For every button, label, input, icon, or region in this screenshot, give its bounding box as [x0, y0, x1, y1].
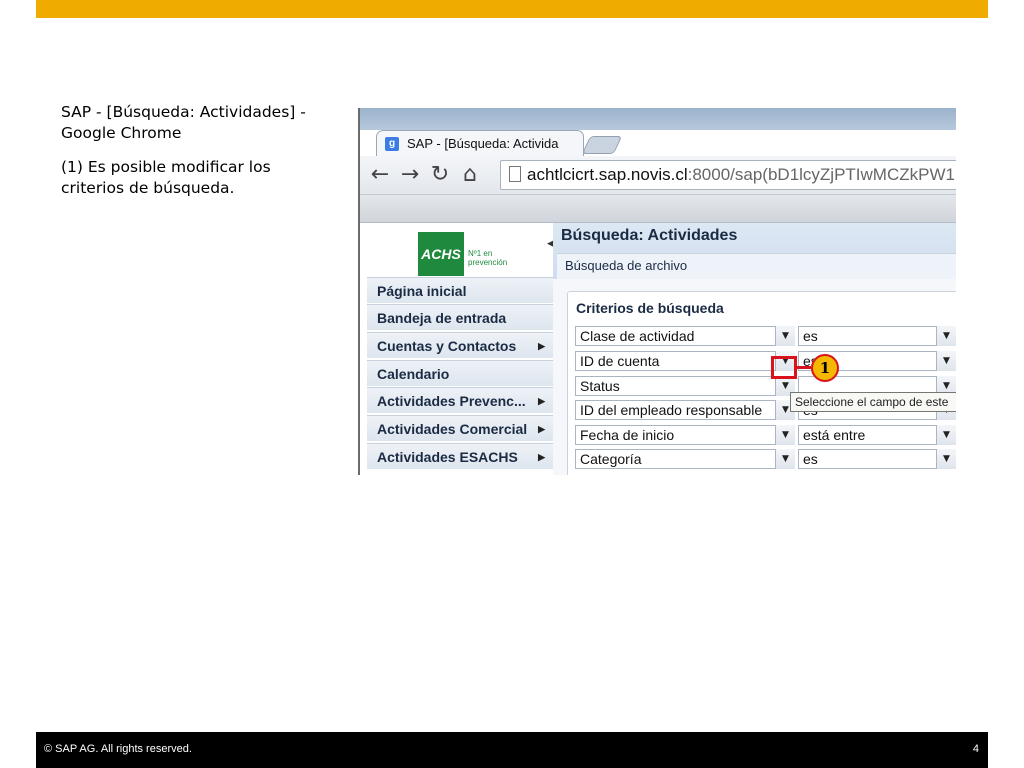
tab-title: SAP - [Búsqueda: Activida [407, 136, 559, 151]
step-description: (1) Es posible modificar los criterios d… [61, 158, 271, 197]
sidebar-item-pagina-inicial[interactable]: Página inicial [367, 277, 553, 303]
submenu-arrow-icon: ▶ [538, 424, 545, 434]
footer-bar: © SAP AG. All rights reserved. 4 [36, 732, 988, 768]
submenu-arrow-icon: ▶ [538, 396, 545, 406]
logo-tagline-line-2: prevención [468, 258, 508, 267]
window-titlebar [360, 108, 956, 130]
highlight-box [771, 356, 797, 379]
url-path: :8000/sap(bD1lcyZjPTIwMCZkPW1pb [687, 165, 956, 184]
criteria-title: Criterios de búsqueda [576, 300, 724, 316]
reload-icon[interactable]: ↻ [428, 162, 452, 188]
criteria-row: Clase de actividad ▼ es ▼ [575, 326, 956, 346]
logo-tagline: Nº1 en prevención [468, 249, 507, 267]
operator-dropdown-icon[interactable]: ▼ [936, 449, 956, 469]
sidebar-item-actividades-esachs[interactable]: Actividades ESACHS ▶ [367, 443, 553, 469]
search-type-bar: Búsqueda de archivo [557, 253, 956, 280]
sidebar-item-bandeja[interactable]: Bandeja de entrada [367, 304, 553, 330]
sidebar: ACHS Nº1 en prevención ◀ Página inicial … [367, 223, 554, 475]
main-header: Búsqueda: Actividades Búsqueda de archiv… [553, 223, 956, 280]
url-host: achtlcicrt.sap.novis.cl [527, 165, 688, 184]
search-type-label: Búsqueda de archivo [565, 258, 688, 273]
criteria-operator-select[interactable]: es [798, 449, 956, 469]
sidebar-item-actividades-prevencion[interactable]: Actividades Prevenc... ▶ [367, 387, 553, 413]
submenu-arrow-icon: ▶ [538, 452, 545, 462]
logo-tagline-line-1: Nº1 en [468, 249, 493, 258]
criteria-field-select[interactable]: Fecha de inicio [575, 425, 795, 445]
sidebar-item-label: Cuentas y Contactos [377, 338, 517, 354]
bookmarks-bar [360, 195, 956, 223]
page-title: Búsqueda: Actividades [561, 227, 738, 244]
sidebar-item-calendario[interactable]: Calendario [367, 360, 553, 386]
step-callout-badge: 1 [811, 354, 839, 382]
field-dropdown-icon[interactable]: ▼ [775, 449, 795, 469]
sidebar-item-label: Actividades Prevenc... [377, 393, 526, 409]
page-number: 4 [972, 743, 979, 755]
achs-logo: ACHS [418, 232, 464, 276]
operator-dropdown-icon[interactable]: ▼ [936, 351, 956, 371]
sidebar-item-actividades-comercial[interactable]: Actividades Comercial ▶ [367, 415, 553, 441]
tooltip: Seleccione el campo de este [790, 392, 956, 412]
submenu-arrow-icon: ▶ [538, 341, 545, 351]
main-body: Criterios de búsqueda Clase de actividad… [553, 279, 956, 475]
browser-screenshot: g SAP - [Búsqueda: Activida ← → ↻ ⌂ acht… [358, 108, 956, 475]
logo-area: ACHS Nº1 en prevención ◀ [367, 223, 554, 277]
copyright-text: © SAP AG. All rights reserved. [44, 743, 192, 755]
sidebar-item-label: Bandeja de entrada [377, 310, 507, 326]
sidebar-item-label: Calendario [377, 366, 450, 382]
top-accent-bar [36, 0, 988, 18]
sidebar-item-cuentas[interactable]: Cuentas y Contactos ▶ [367, 332, 553, 358]
address-bar[interactable]: achtlcicrt.sap.novis.cl:8000/sap(bD1lcyZ… [500, 160, 956, 190]
operator-dropdown-icon[interactable]: ▼ [936, 326, 956, 346]
operator-dropdown-icon[interactable]: ▼ [936, 425, 956, 445]
criteria-operator-select[interactable]: es [798, 326, 956, 346]
criteria-row: ID de cuenta ▼ es ▼ [575, 351, 956, 371]
sidebar-item-label: Actividades ESACHS [377, 449, 518, 465]
google-favicon-icon: g [385, 137, 399, 151]
forward-arrow-icon[interactable]: → [398, 162, 422, 188]
criteria-field-select[interactable]: Clase de actividad [575, 326, 795, 346]
browser-tab[interactable]: g SAP - [Búsqueda: Activida [376, 130, 584, 157]
criteria-row: Fecha de inicio ▼ está entre ▼ [575, 425, 956, 445]
page-icon [509, 166, 521, 182]
back-arrow-icon[interactable]: ← [368, 162, 392, 188]
criteria-field-select[interactable]: Status [575, 376, 795, 396]
field-dropdown-icon[interactable]: ▼ [775, 326, 795, 346]
callout-connector [797, 366, 811, 369]
criteria-field-select[interactable]: ID de cuenta [575, 351, 795, 371]
sidebar-item-label: Actividades Comercial [377, 421, 528, 437]
search-criteria-panel: Criterios de búsqueda Clase de actividad… [567, 291, 956, 475]
field-dropdown-icon[interactable]: ▼ [775, 425, 795, 445]
window-title-text: SAP - [Búsqueda: Actividades] - Google C… [61, 103, 306, 142]
new-tab-button[interactable] [581, 136, 623, 154]
slide-text: SAP - [Búsqueda: Actividades] - Google C… [61, 102, 321, 212]
browser-toolbar: ← → ↻ ⌂ achtlcicrt.sap.novis.cl:8000/sap… [360, 156, 956, 195]
criteria-field-select[interactable]: ID del empleado responsable [575, 400, 795, 420]
sidebar-item-label: Página inicial [377, 283, 467, 299]
home-icon[interactable]: ⌂ [458, 162, 482, 188]
criteria-row: Categoría ▼ es ▼ [575, 449, 956, 469]
criteria-field-select[interactable]: Categoría [575, 449, 795, 469]
criteria-operator-select[interactable]: está entre [798, 425, 956, 445]
